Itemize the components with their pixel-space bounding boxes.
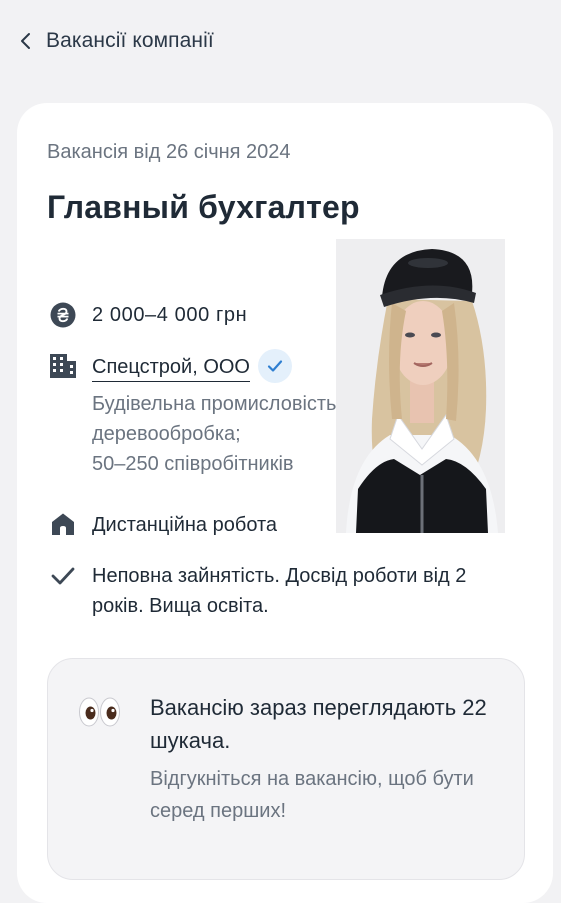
- checkmark-icon: [267, 360, 283, 372]
- person-photo: [336, 239, 505, 533]
- work-format-row: Дистанційна робота: [49, 510, 277, 540]
- verified-badge: [258, 349, 292, 383]
- building-icon: [49, 352, 77, 380]
- posted-date: Вакансія від 26 січня 2024: [47, 141, 291, 163]
- company-size: 50–250 співробітників: [92, 453, 294, 475]
- viewers-subtitle: Відгукніться на вакансію, щоб бути серед…: [150, 768, 474, 822]
- terms-row: Неповна зайнятість. Досвід роботи від 2 …: [49, 561, 512, 621]
- back-label: Вакансії компанії: [46, 29, 214, 52]
- back-button[interactable]: Вакансії компанії: [18, 29, 214, 53]
- terms-text: Неповна зайнятість. Досвід роботи від 2 …: [92, 565, 467, 617]
- vacancy-card: Вакансія від 26 січня 2024 Главный бухга…: [17, 103, 553, 903]
- hryvnia-coin-icon: [49, 301, 77, 329]
- company-industry-secondary: деревообробка;: [92, 423, 241, 445]
- viewers-title: Вакансію зараз переглядають 22 шукача.: [150, 695, 487, 753]
- chevron-left-icon: [21, 33, 30, 49]
- home-icon: [49, 510, 77, 538]
- work-format-text: Дистанційна робота: [92, 514, 278, 536]
- top-bar: Вакансії компанії: [0, 0, 561, 86]
- company-industry: Будівельна промисловість,: [92, 393, 343, 415]
- viewers-banner: Вакансію зараз переглядають 22 шукача. В…: [47, 658, 525, 880]
- salary-text: 2 000–4 000 грн: [92, 304, 248, 326]
- company-details: Будівельна промисловість, деревообробка;…: [92, 389, 352, 479]
- eyes-emoji-icon: [78, 695, 122, 734]
- salary-row: 2 000–4 000 грн: [49, 300, 247, 330]
- company-row: Спецстрой, ООО: [49, 349, 292, 385]
- vacancy-title: Главный бухгалтер: [47, 189, 360, 225]
- checkmark-icon: [49, 562, 77, 590]
- company-link[interactable]: Спецстрой, ООО: [92, 353, 250, 383]
